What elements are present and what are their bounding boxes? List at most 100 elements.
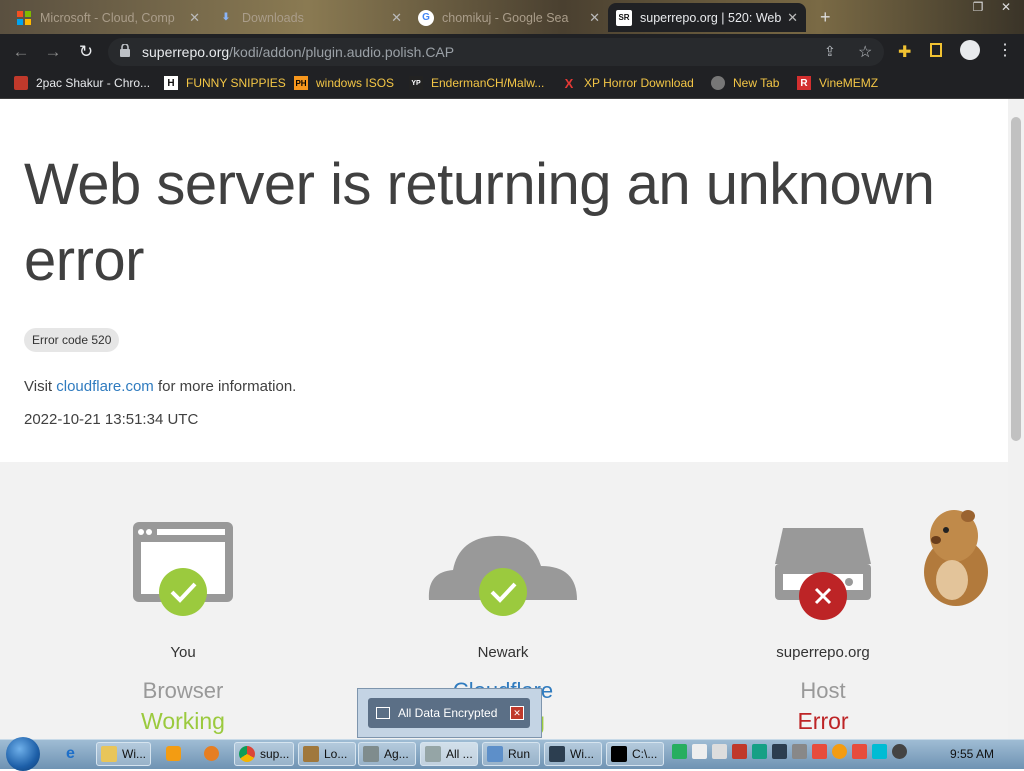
status-location: You <box>170 644 196 661</box>
taskbar-label: sup... <box>260 747 290 761</box>
tab-label: Downloads <box>242 10 304 25</box>
yp-icon: YP <box>409 76 423 90</box>
taskbar-label: Wi... <box>570 747 594 761</box>
tray-icon[interactable] <box>692 744 707 759</box>
status-location: superrepo.org <box>776 644 870 661</box>
tab-label: chomikuj - Google Sea <box>442 10 569 25</box>
share-icon[interactable]: ⇪ <box>824 43 836 60</box>
window-icon <box>376 707 390 719</box>
tray-icon[interactable] <box>872 744 887 759</box>
tray-icon[interactable] <box>732 744 747 759</box>
app-icon[interactable] <box>204 746 219 761</box>
taskbar-item-7zip[interactable]: C:\... <box>606 742 664 766</box>
folder-icon <box>101 746 117 762</box>
bookmark-xp-horror[interactable]: X XP Horror Download <box>562 75 694 91</box>
tab-superrepo[interactable]: SR superrepo.org | 520: Web ✕ <box>608 3 806 32</box>
scroll-thumb[interactable] <box>1011 117 1021 441</box>
lock-icon <box>120 43 130 62</box>
server-icon <box>775 528 871 620</box>
taskbar-item-lo[interactable]: Lo... <box>298 742 356 766</box>
reload-button[interactable]: ↻ <box>75 41 97 63</box>
sidepanel-icon[interactable] <box>930 43 942 57</box>
menu-icon[interactable]: ⋮ <box>997 40 1013 60</box>
bookmark-2pac[interactable]: 2pac Shakur - Chro... <box>14 76 150 90</box>
tray-icon[interactable] <box>832 744 847 759</box>
error-code-badge: Error code 520 <box>24 328 120 352</box>
bookmark-label: 2pac Shakur - Chro... <box>36 76 151 90</box>
x-icon: X <box>564 75 574 91</box>
visit-suffix: for more information. <box>153 378 297 395</box>
superrepo-icon: SR <box>616 9 632 26</box>
taskbar-label: Lo... <box>324 747 348 761</box>
tray-icon[interactable] <box>812 744 827 759</box>
microsoft-icon <box>16 10 32 26</box>
tab-microsoft[interactable]: Microsoft - Cloud, Comp ✕ <box>8 3 208 32</box>
ie-icon[interactable]: e <box>66 745 75 763</box>
status-state: Error <box>797 708 849 734</box>
app-icon <box>303 746 319 762</box>
taskbar-label: C:\... <box>632 747 658 761</box>
cloudflare-link[interactable]: cloudflare.com <box>56 378 154 395</box>
tray-icon[interactable] <box>792 744 807 759</box>
tray-icon[interactable] <box>672 744 687 759</box>
clock[interactable]: 9:55 AM <box>950 747 994 761</box>
url-text[interactable]: superrepo.org/kodi/addon/plugin.audio.po… <box>142 44 454 60</box>
star-icon[interactable]: ☆ <box>858 42 872 62</box>
popup-label: All Data Encrypted <box>398 706 498 720</box>
bookmark-label: FUNNY SNIPPIES <box>186 76 286 90</box>
tab-downloads[interactable]: ⬇ Downloads ✕ <box>210 3 410 32</box>
tray-icon[interactable] <box>752 744 767 759</box>
page-content: Web server is returning an unknown error… <box>0 99 1008 739</box>
bookmark-endermanch[interactable]: YP EndermanCH/Malw... <box>409 76 544 90</box>
7zip-icon <box>611 746 627 762</box>
newtab-icon <box>711 76 725 90</box>
bookmark-funny-snippies[interactable]: H FUNNY SNIPPIES <box>164 76 286 90</box>
taskbar-item-chrome[interactable]: sup... <box>234 742 294 766</box>
bookmark-windows-isos[interactable]: PH windows ISOS <box>294 76 394 90</box>
page-scrollbar[interactable] <box>1008 99 1024 739</box>
system-tray <box>672 744 907 759</box>
bookmarks-bar: 2pac Shakur - Chro... H FUNNY SNIPPIES PH… <box>0 70 1024 99</box>
close-icon[interactable]: ✕ <box>189 10 200 26</box>
new-tab-button[interactable]: + <box>812 3 842 32</box>
chrome-icon <box>239 746 255 762</box>
extensions-icon[interactable]: ✚ <box>898 42 911 62</box>
bookmark-label: windows ISOS <box>316 76 395 90</box>
address-bar[interactable]: superrepo.org/kodi/addon/plugin.audio.po… <box>108 38 884 66</box>
status-kind: Host <box>800 678 846 703</box>
bookmark-vinememz[interactable]: R VineMEMZ <box>797 76 878 90</box>
taskbar: e Wi... sup... Lo... Ag... All ... Run W… <box>0 737 1024 771</box>
start-button[interactable] <box>6 737 40 771</box>
r-icon: R <box>797 76 811 90</box>
profile-icon[interactable] <box>960 40 980 60</box>
popup-item[interactable]: All Data Encrypted ✕ <box>368 698 530 728</box>
tray-icon[interactable] <box>772 744 787 759</box>
taskbar-item-all[interactable]: All ... <box>420 742 478 766</box>
bookmark-new-tab[interactable]: New Tab <box>711 76 779 90</box>
taskbar-item-run[interactable]: Run <box>482 742 540 766</box>
close-icon[interactable]: ✕ <box>589 10 600 26</box>
restore-icon[interactable]: ❐ <box>964 0 992 14</box>
taskbar-item-terminal[interactable]: Wi... <box>544 742 602 766</box>
tray-icon[interactable] <box>712 744 727 759</box>
taskbar-item-explorer[interactable]: Wi... <box>96 742 151 766</box>
run-icon <box>487 746 503 762</box>
window-icon <box>363 746 379 762</box>
media-player-icon[interactable] <box>166 746 181 761</box>
close-icon[interactable]: ✕ <box>391 10 402 26</box>
tray-icon[interactable] <box>892 744 907 759</box>
back-button[interactable]: ← <box>10 41 32 63</box>
close-icon[interactable]: ✕ <box>510 706 524 720</box>
status-kind: Browser <box>142 678 224 703</box>
tray-icon[interactable] <box>852 744 867 759</box>
encryption-popup: All Data Encrypted ✕ <box>357 688 542 738</box>
google-icon: G <box>418 9 434 26</box>
bookmark-label: EndermanCH/Malw... <box>431 76 545 90</box>
bookmark-label: New Tab <box>733 76 780 90</box>
forward-button[interactable]: → <box>42 41 64 63</box>
taskbar-label: Run <box>508 747 531 761</box>
tab-google[interactable]: G chomikuj - Google Sea ✕ <box>410 3 608 32</box>
taskbar-item-ag[interactable]: Ag... <box>358 742 416 766</box>
close-window-icon[interactable]: ✕ <box>992 0 1020 14</box>
close-icon[interactable]: ✕ <box>787 10 798 26</box>
